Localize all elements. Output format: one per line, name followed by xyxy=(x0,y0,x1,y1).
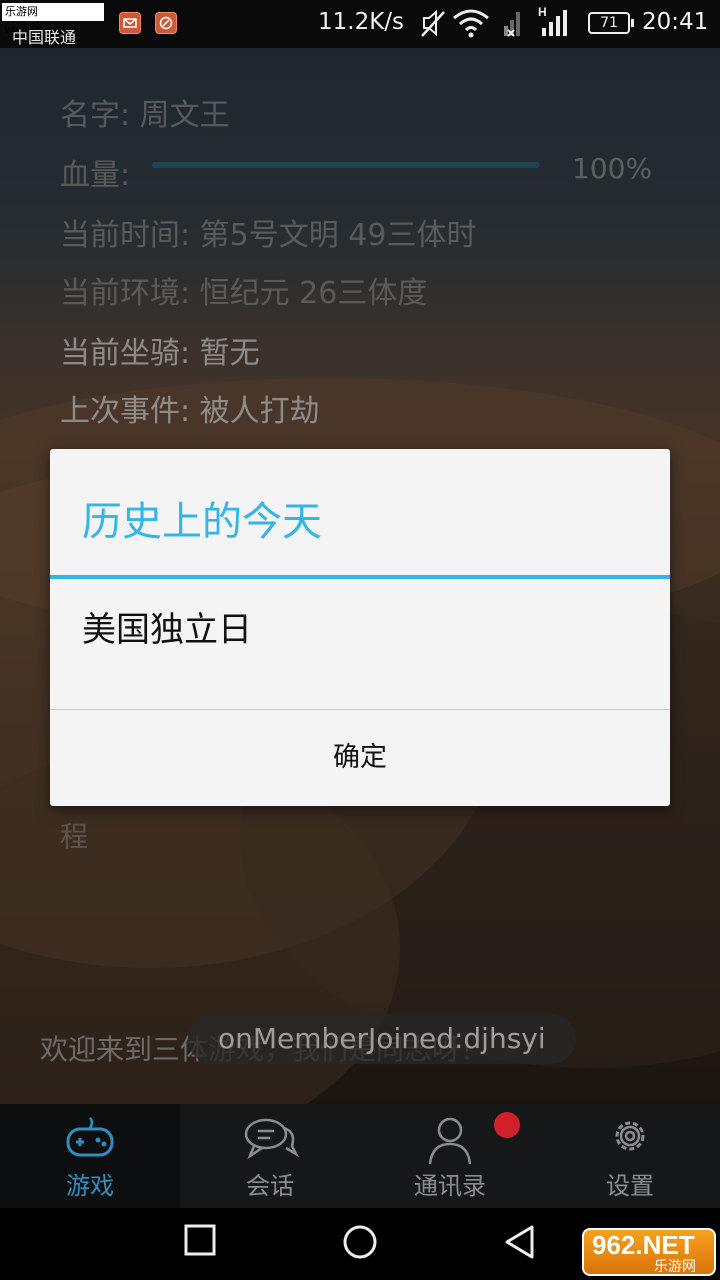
signal-strength-h-icon: H xyxy=(538,5,567,36)
mute-icon xyxy=(421,9,445,37)
history-today-dialog: 历史上的今天 美国独立日 确定 xyxy=(50,449,670,806)
watermark-top-left: 乐游网 www.962.net xyxy=(2,3,104,36)
carrier-name: 中国联通 xyxy=(12,28,77,47)
tab-chat[interactable]: 会话 xyxy=(180,1104,360,1208)
recent-apps-button[interactable] xyxy=(184,1224,216,1256)
tab-settings-label: 设置 xyxy=(606,1172,654,1200)
signal-strength-icon xyxy=(504,12,520,37)
mail-notification-icon xyxy=(119,12,141,34)
clock: 20:41 xyxy=(642,9,709,35)
contact-person-icon xyxy=(428,1117,472,1164)
watermark-site-name: 乐游网 xyxy=(654,1259,696,1275)
gamepad-icon xyxy=(66,1117,114,1157)
tab-settings[interactable]: 设置 xyxy=(540,1104,720,1208)
home-button[interactable] xyxy=(342,1224,378,1260)
tab-game[interactable]: 游戏 xyxy=(0,1104,180,1208)
tab-chat-label: 会话 xyxy=(246,1172,294,1200)
confirm-button[interactable]: 确定 xyxy=(50,710,670,806)
wifi-icon xyxy=(453,9,489,38)
battery-indicator: 71 xyxy=(588,12,634,34)
status-bar: 乐游网 www.962.net 中国联通 11.2K/s H 71 20:41 xyxy=(0,0,720,48)
gear-icon xyxy=(615,1121,645,1151)
app-notification-icon xyxy=(155,12,177,34)
dialog-message: 美国独立日 xyxy=(82,610,252,650)
back-button[interactable] xyxy=(502,1224,538,1260)
contacts-notification-badge xyxy=(494,1112,520,1138)
svg-text:H: H xyxy=(538,5,547,19)
dialog-title: 历史上的今天 xyxy=(82,499,322,545)
bottom-tab-bar: 游戏 会话 通讯录 设置 xyxy=(0,1104,720,1208)
chat-bubbles-icon xyxy=(244,1118,300,1160)
dialog-title-divider xyxy=(50,575,670,579)
tab-contacts-label: 通讯录 xyxy=(414,1172,486,1200)
network-speed: 11.2K/s xyxy=(318,9,405,35)
watermark-bottom-right: 962.NET 乐游网 xyxy=(582,1228,716,1276)
tab-game-label: 游戏 xyxy=(66,1172,114,1200)
